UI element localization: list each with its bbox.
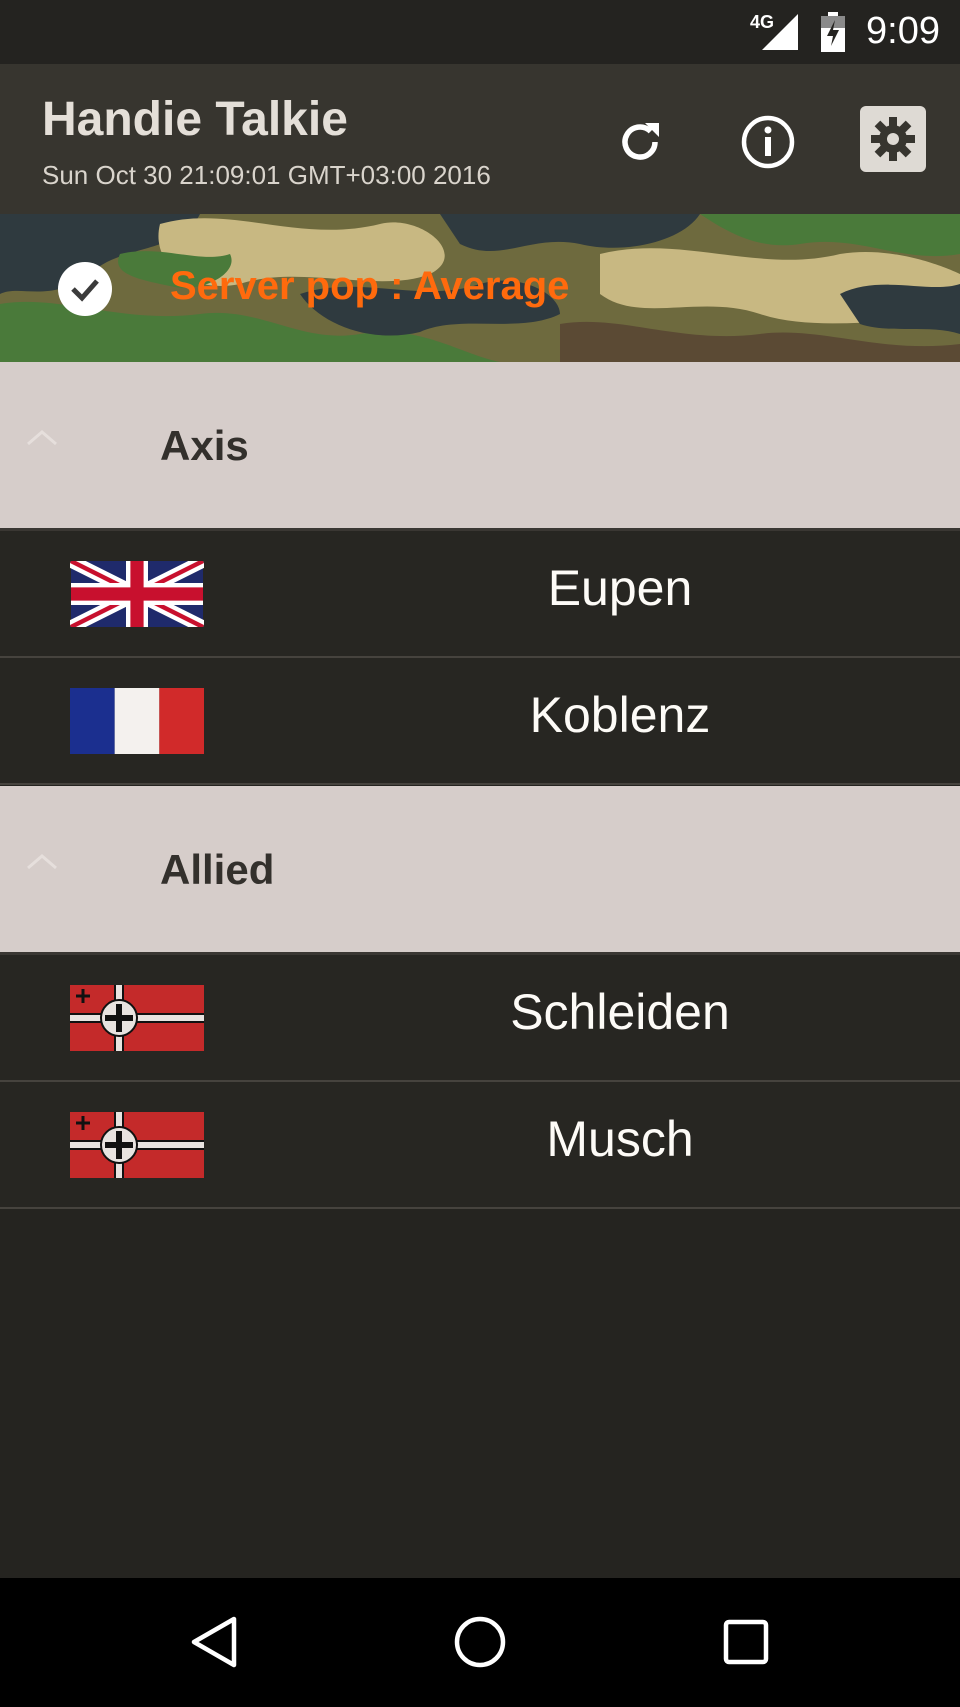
settings-button[interactable] [860, 106, 926, 172]
system-navigation-bar [0, 1578, 960, 1707]
back-button[interactable] [182, 1610, 246, 1674]
cell-signal-icon [762, 14, 798, 50]
server-name: Musch [546, 1111, 694, 1167]
france-flag [70, 688, 204, 754]
chevron-up-icon [27, 430, 57, 446]
refresh-icon [622, 123, 659, 160]
server-row-eupen[interactable]: Eupen [0, 531, 960, 658]
home-button[interactable] [448, 1610, 512, 1674]
german-war-ensign-flag [70, 1112, 204, 1178]
refresh-button[interactable] [604, 106, 676, 178]
group-label: Allied [160, 846, 275, 893]
status-bar: 4G 9:09 [0, 0, 960, 64]
chevron-up-icon [27, 854, 57, 870]
server-population-status: Server pop : Average [170, 264, 570, 308]
app-title: Handie Talkie [42, 93, 348, 146]
home-icon [454, 1616, 506, 1668]
server-row-schleiden[interactable]: Schleiden [0, 955, 960, 1082]
german-war-ensign-flag [70, 985, 204, 1051]
info-icon [741, 115, 795, 169]
app-bar: Handie Talkie Sun Oct 30 21:09:01 GMT+03… [0, 64, 960, 214]
server-row-koblenz[interactable]: Koblenz [0, 658, 960, 785]
app-subtitle-datetime: Sun Oct 30 21:09:01 GMT+03:00 2016 [42, 160, 491, 190]
check-circle-icon [58, 262, 112, 316]
info-button[interactable] [732, 106, 804, 178]
back-icon [191, 1616, 237, 1668]
group-header-axis[interactable]: Axis [0, 362, 960, 531]
group-label: Axis [160, 422, 249, 469]
server-name: Koblenz [529, 687, 711, 743]
server-name: Schleiden [510, 984, 730, 1040]
server-name: Eupen [547, 560, 693, 616]
status-clock: 9:09 [866, 10, 940, 52]
battery-charging-icon [821, 12, 845, 52]
recents-icon [723, 1619, 769, 1665]
server-row-musch[interactable]: Musch [0, 1082, 960, 1209]
united-kingdom-flag [70, 561, 204, 627]
recents-button[interactable] [714, 1610, 778, 1674]
checkmark-icon [71, 279, 99, 302]
settings-gear-icon [871, 117, 915, 161]
group-header-allied[interactable]: Allied [0, 786, 960, 955]
